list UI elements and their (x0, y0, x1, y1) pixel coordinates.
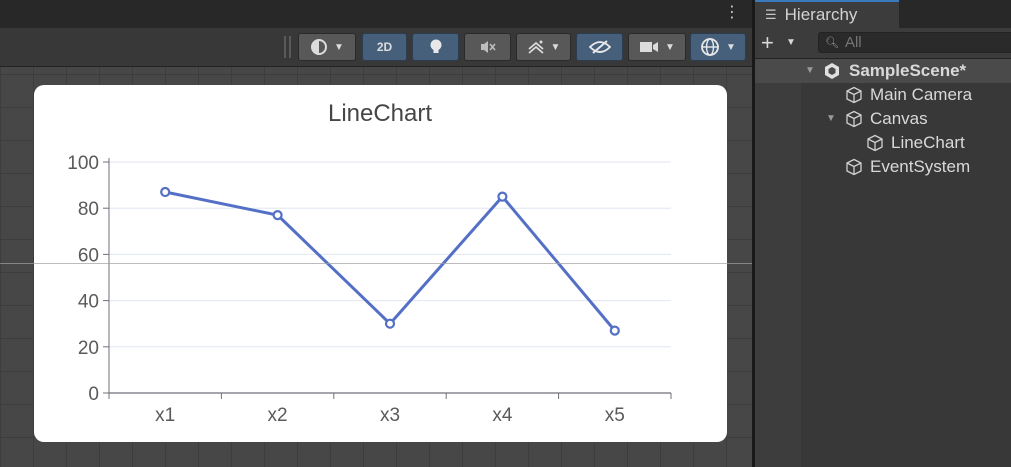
x-tick-label: x3 (380, 405, 400, 426)
data-point[interactable] (609, 325, 620, 336)
list-icon: ☰ (765, 7, 777, 22)
mode-2d-label: 2D (376, 40, 393, 54)
x-tick-label: x5 (605, 405, 625, 426)
x-tick-label: x2 (268, 405, 288, 426)
scene-toolbar: ▼ 2D ▼ ▼ ▼ (0, 28, 752, 67)
tree-item-label: Main Camera (870, 85, 973, 104)
more-options-icon[interactable]: ⋮ (724, 4, 740, 22)
chevron-down-icon: ▼ (334, 41, 344, 53)
audio-mute-icon (480, 41, 496, 53)
tab-hierarchy[interactable]: ☰ Hierarchy (755, 0, 899, 28)
y-tick-label: 80 (78, 199, 99, 220)
chevron-down-icon: ▼ (550, 41, 561, 53)
scene-tab-bar: ⋮ (0, 0, 752, 28)
hierarchy-tab-bar: ☰ Hierarchy (755, 0, 1011, 28)
tree-item-canvas[interactable]: ▼ Canvas (755, 107, 1011, 131)
cube-icon (846, 86, 862, 104)
lighting-toggle[interactable] (412, 33, 459, 61)
y-tick-label: 40 (78, 292, 99, 313)
camera-icon (640, 42, 659, 52)
scene-visibility-toggle[interactable] (576, 33, 623, 61)
y-tick-label: 0 (88, 384, 99, 405)
mode-2d-toggle[interactable]: 2D (362, 33, 407, 61)
search-icon: 🔍︎ (825, 37, 839, 49)
tree-item-label: SampleScene* (849, 61, 967, 80)
camera-dropdown[interactable]: ▼ (628, 33, 686, 61)
cube-icon (846, 110, 862, 128)
hierarchy-panel: ☰ Hierarchy + ▼ 🔍︎ ▼ SampleScene* Main C… (755, 0, 1011, 467)
scene-view[interactable]: ⋮ ▼ 2D ▼ ▼ ▼ 0 20 40 60 80 100 x1 x2 x3 … (0, 0, 752, 467)
hierarchy-search[interactable]: 🔍︎ (818, 32, 1011, 53)
series-line (164, 190, 616, 332)
unity-scene-icon (825, 63, 839, 79)
search-input[interactable] (838, 34, 995, 51)
chart-title: LineChart (328, 100, 432, 127)
add-icon[interactable]: + (761, 32, 774, 54)
lightbulb-icon (430, 39, 441, 53)
data-point[interactable] (384, 318, 396, 329)
tree-item-label: LineChart (891, 133, 965, 152)
tree-item-samplescene[interactable]: ▼ SampleScene* (755, 59, 1011, 83)
x-tick-label: x1 (155, 405, 175, 426)
tree-item-label: EventSystem (870, 157, 971, 176)
data-point[interactable] (160, 186, 171, 198)
tree-item-label: Canvas (870, 109, 928, 128)
y-tick-label: 20 (78, 338, 99, 359)
chevron-down-icon[interactable]: ▼ (786, 37, 796, 48)
hierarchy-toolbar: + ▼ 🔍︎ (755, 28, 1011, 59)
chevron-down-icon: ▼ (665, 41, 675, 53)
tree-item-eventsystem[interactable]: EventSystem (755, 155, 1011, 179)
cube-icon (846, 158, 862, 176)
tree-item-main-camera[interactable]: Main Camera (755, 83, 1011, 107)
expand-arrow-icon[interactable]: ▼ (805, 65, 815, 76)
effects-icon (527, 40, 544, 54)
audio-toggle[interactable] (464, 33, 511, 61)
gizmos-dropdown[interactable]: ▼ (690, 33, 746, 61)
scene-axis-line (0, 263, 752, 264)
cube-icon (867, 134, 883, 152)
gizmo-sphere-icon (701, 38, 719, 56)
x-tick-label: x4 (492, 405, 513, 426)
effects-dropdown[interactable]: ▼ (516, 33, 571, 61)
draw-mode-dropdown[interactable]: ▼ (298, 33, 356, 61)
draw-mode-icon (311, 39, 328, 55)
expand-arrow-icon[interactable]: ▼ (826, 113, 836, 124)
chevron-down-icon: ▼ (726, 41, 736, 53)
data-point[interactable] (272, 210, 283, 221)
toolbar-separator (284, 36, 286, 58)
eye-hidden-icon (588, 40, 611, 54)
toolbar-separator (289, 36, 291, 58)
y-tick-label: 100 (67, 153, 99, 174)
data-point[interactable] (497, 191, 508, 202)
tree-item-linechart[interactable]: LineChart (755, 131, 1011, 155)
tab-hierarchy-label: Hierarchy (784, 5, 858, 24)
